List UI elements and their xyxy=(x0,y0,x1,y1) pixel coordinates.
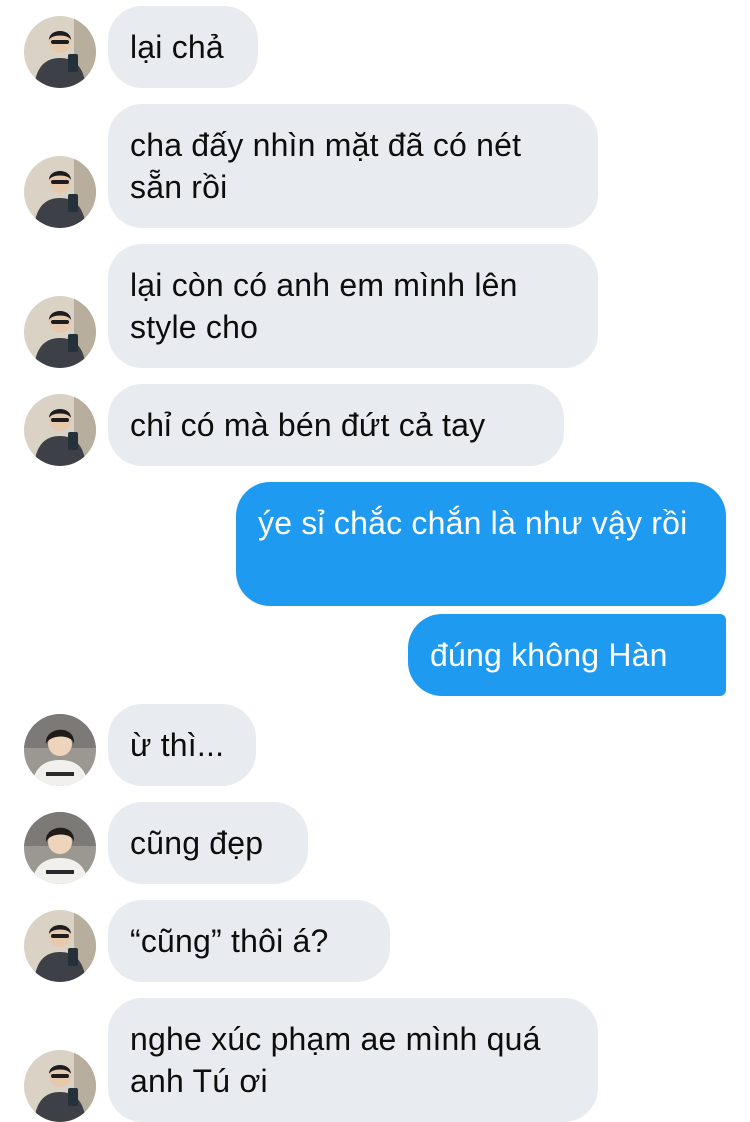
incoming-message[interactable]: lại còn có anh em mình lên style cho xyxy=(108,244,598,368)
avatar-sender-a[interactable] xyxy=(24,296,96,368)
avatar-dark-hoodie-mirror-selfie-icon xyxy=(24,910,96,982)
message-text: cũng đẹp xyxy=(130,825,264,861)
incoming-message[interactable]: ừ thì... xyxy=(108,704,256,786)
message-text: lại chả xyxy=(130,29,224,65)
avatar-sender-a[interactable] xyxy=(24,1050,96,1122)
avatar-sender-a[interactable] xyxy=(24,910,96,982)
message-text: chỉ có mà bén đứt cả tay xyxy=(130,407,486,443)
incoming-message[interactable]: “cũng” thôi á? xyxy=(108,900,390,982)
message-text: nghe xúc phạm ae mình quá anh Tú ơi xyxy=(130,1021,541,1099)
avatar-sender-a[interactable] xyxy=(24,394,96,466)
incoming-message[interactable]: chỉ có mà bén đứt cả tay xyxy=(108,384,564,466)
avatar-dark-hoodie-mirror-selfie-icon xyxy=(24,296,96,368)
outgoing-message[interactable]: đúng không Hàn xyxy=(408,614,726,696)
avatar-dark-hoodie-mirror-selfie-icon xyxy=(24,156,96,228)
message-text: ýe sỉ chắc chắn là như vậy rồi xyxy=(258,505,688,541)
message-text: “cũng” thôi á? xyxy=(130,923,329,959)
message-text: đúng không Hàn xyxy=(430,637,668,673)
avatar-dark-hoodie-mirror-selfie-icon xyxy=(24,16,96,88)
avatar-white-tee-boy-icon xyxy=(24,714,96,786)
avatar-white-tee-boy-icon xyxy=(24,812,96,884)
avatar-sender-b[interactable] xyxy=(24,714,96,786)
message-text: lại còn có anh em mình lên style cho xyxy=(130,267,518,345)
avatar-sender-b[interactable] xyxy=(24,812,96,884)
message-text: ừ thì... xyxy=(130,727,225,763)
avatar-dark-hoodie-mirror-selfie-icon xyxy=(24,1050,96,1122)
incoming-message[interactable]: cũng đẹp xyxy=(108,802,308,884)
message-text: cha đấy nhìn mặt đã có nét sẵn rồi xyxy=(130,127,522,205)
incoming-message[interactable]: lại chả xyxy=(108,6,258,88)
incoming-message[interactable]: cha đấy nhìn mặt đã có nét sẵn rồi xyxy=(108,104,598,228)
message-thread[interactable]: lại chả cha đấy nhìn mặt đã có nét sẵn r… xyxy=(0,0,750,1122)
avatar-dark-hoodie-mirror-selfie-icon xyxy=(24,394,96,466)
outgoing-message[interactable]: ýe sỉ chắc chắn là như vậy rồi xyxy=(236,482,726,606)
incoming-message[interactable]: nghe xúc phạm ae mình quá anh Tú ơi xyxy=(108,998,598,1122)
avatar-sender-a[interactable] xyxy=(24,156,96,228)
avatar-sender-a[interactable] xyxy=(24,16,96,88)
